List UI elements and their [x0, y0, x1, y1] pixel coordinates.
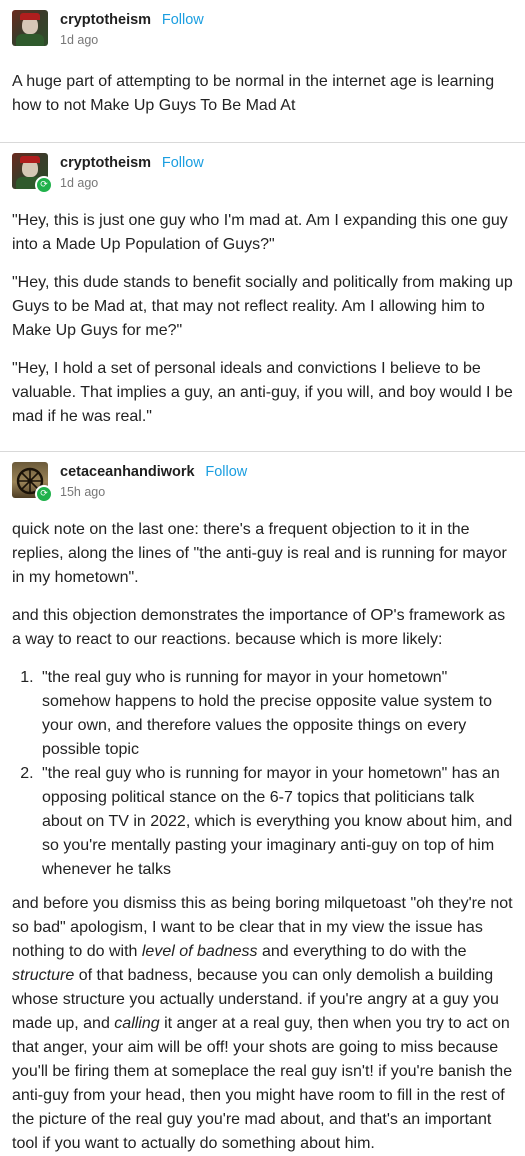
username[interactable]: cetaceanhandiwork: [60, 464, 195, 480]
timestamp: 1d ago: [60, 33, 99, 47]
post-body: quick note on the last one: there's a fr…: [12, 508, 513, 1156]
follow-button[interactable]: Follow: [205, 464, 247, 480]
follow-button[interactable]: Follow: [162, 12, 204, 28]
text-run: and everything to do with the: [257, 943, 467, 960]
paragraph: A huge part of attempting to be normal i…: [12, 73, 495, 114]
post-body: A huge part of attempting to be normal i…: [12, 56, 513, 142]
post: cryptotheism Follow 1d ago A huge part o…: [0, 0, 525, 142]
paragraph: quick note on the last one: there's a fr…: [12, 521, 507, 586]
paragraph: "Hey, I hold a set of personal ideals an…: [12, 360, 513, 425]
post-meta: cetaceanhandiwork Follow 15h ago: [60, 462, 247, 501]
italic-text: calling: [114, 1015, 160, 1032]
avatar[interactable]: ⟳: [12, 153, 53, 194]
post-meta: cryptotheism Follow 1d ago: [60, 10, 204, 49]
numbered-list: "the real guy who is running for mayor i…: [12, 666, 513, 882]
list-item: "the real guy who is running for mayor i…: [38, 666, 513, 762]
post-header: ⟳ cryptotheism Follow 1d ago: [12, 143, 513, 199]
timestamp: 1d ago: [60, 176, 99, 190]
text-run: it anger at a real guy, then when you tr…: [12, 1015, 513, 1152]
italic-text: level of badness: [141, 943, 258, 960]
italic-text: structure: [12, 967, 75, 984]
paragraph: and before you dismiss this as being bor…: [12, 892, 513, 1156]
follow-button[interactable]: Follow: [162, 155, 204, 171]
timestamp: 15h ago: [60, 485, 106, 499]
paragraph: "Hey, this is just one guy who I'm mad a…: [12, 212, 508, 253]
username[interactable]: cryptotheism: [60, 155, 151, 171]
avatar[interactable]: [12, 10, 48, 46]
list-item: "the real guy who is running for mayor i…: [38, 762, 513, 882]
reblog-post: ⟳ cryptotheism Follow 1d ago "Hey, this …: [0, 142, 525, 451]
paragraph: "Hey, this dude stands to benefit social…: [12, 274, 513, 339]
post-header: ⟳ cetaceanhandiwork Follow 15h ago: [12, 452, 513, 508]
post-body: "Hey, this is just one guy who I'm mad a…: [12, 199, 513, 451]
post-header: cryptotheism Follow 1d ago: [12, 0, 513, 56]
reblog-icon: ⟳: [35, 485, 53, 503]
avatar-figure-body: [16, 34, 44, 46]
paragraph: and this objection demonstrates the impo…: [12, 607, 506, 648]
reblog-icon: ⟳: [35, 176, 53, 194]
username[interactable]: cryptotheism: [60, 12, 151, 28]
avatar-figure-hat: [20, 13, 40, 20]
post-meta: cryptotheism Follow 1d ago: [60, 153, 204, 192]
reblog-post: ⟳ cetaceanhandiwork Follow 15h ago quick…: [0, 451, 525, 1156]
avatar-figure-hat: [20, 156, 40, 163]
avatar[interactable]: ⟳: [12, 462, 53, 503]
